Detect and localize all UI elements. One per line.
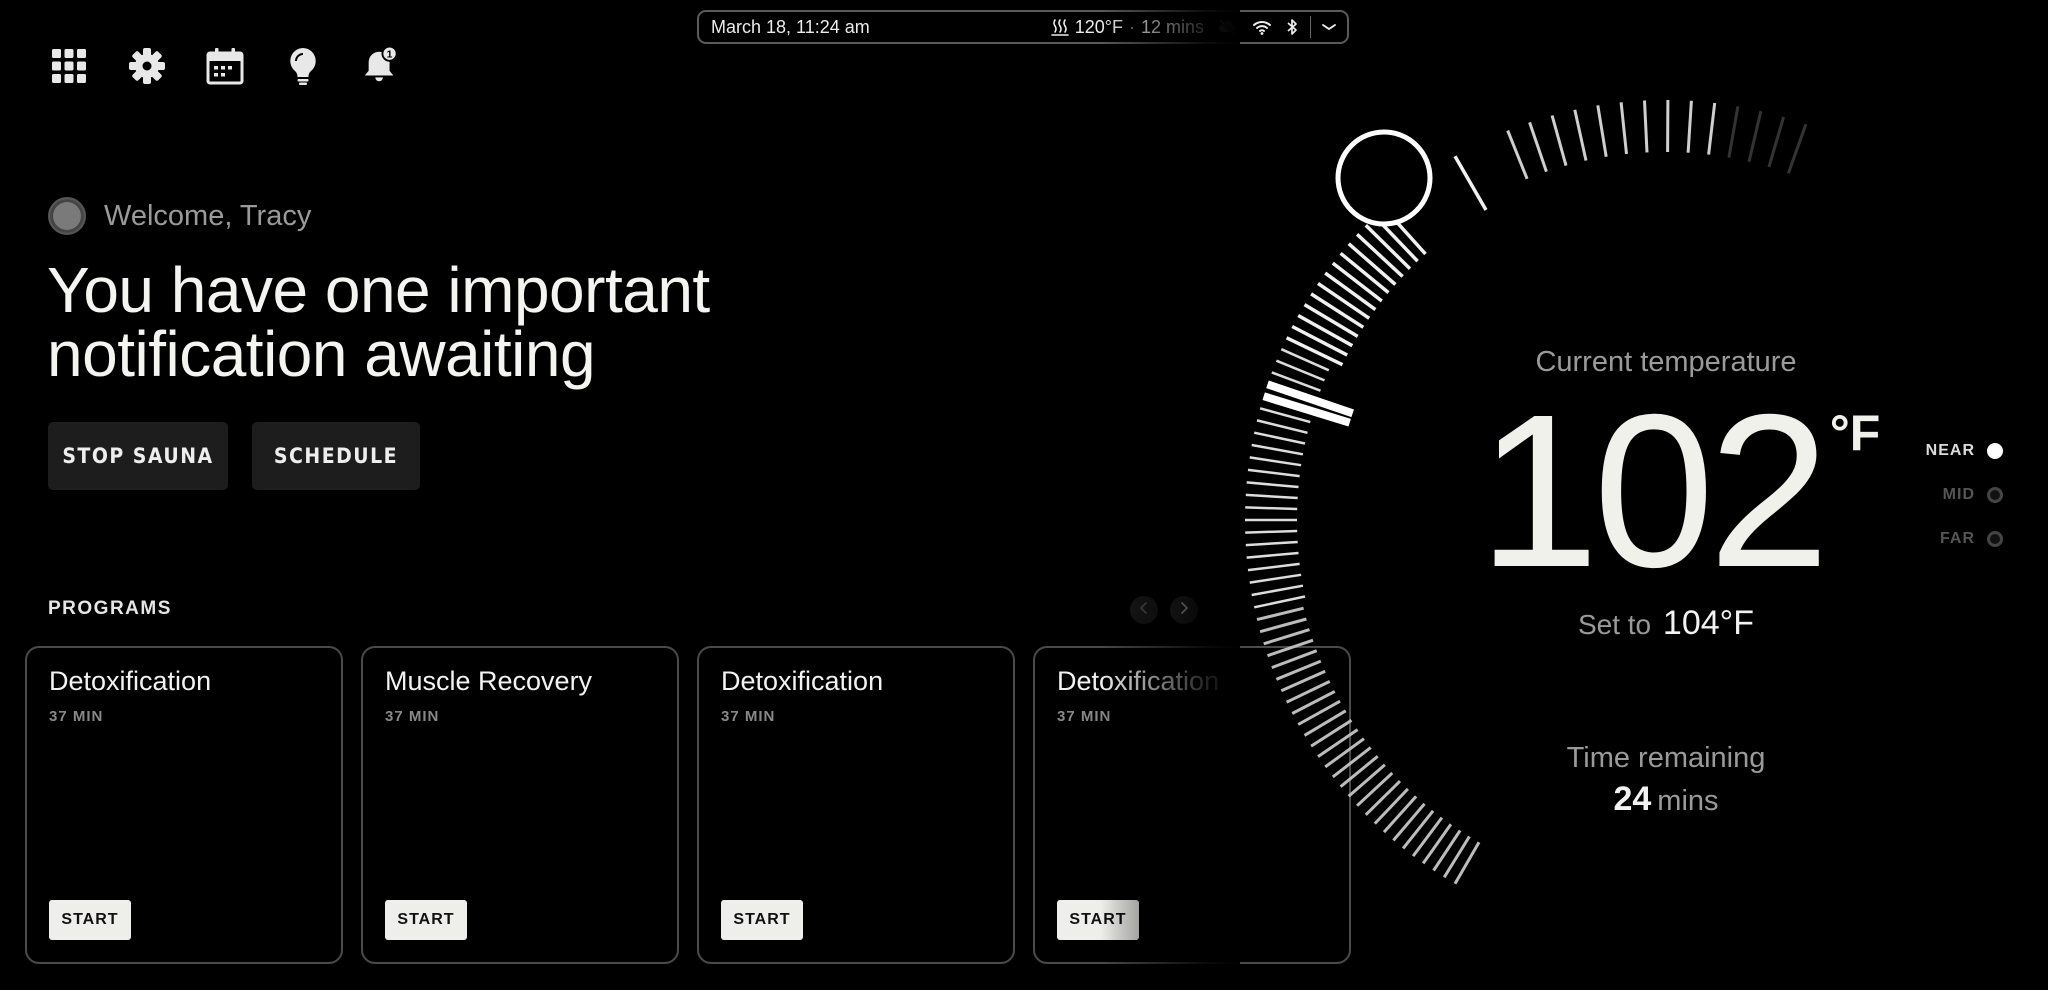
dial-tick xyxy=(1364,780,1402,816)
dial-tick xyxy=(1249,573,1302,584)
time-remaining-value: 24 xyxy=(1613,780,1652,818)
dial-tick xyxy=(1550,115,1568,167)
radio-unselected-icon xyxy=(1987,487,2003,503)
dial-tick xyxy=(1573,109,1588,161)
dial-tick xyxy=(1247,562,1300,572)
distance-option-mid[interactable]: MID xyxy=(1943,486,2003,504)
dial-tick xyxy=(1786,123,1808,174)
current-temperature-value: 102 xyxy=(1478,370,1830,613)
dial-tick xyxy=(1253,431,1306,445)
dial-tick xyxy=(1246,551,1299,559)
dial-tick xyxy=(1251,584,1304,597)
dial-handle[interactable] xyxy=(1335,129,1433,227)
dial-tick xyxy=(1285,336,1344,367)
dial-tick xyxy=(1596,105,1608,157)
dial-tick xyxy=(1411,816,1444,857)
dial-tick xyxy=(1339,755,1379,788)
dial-tick xyxy=(1280,348,1330,372)
dial-tick xyxy=(1253,595,1306,609)
dial-tick xyxy=(1453,841,1481,885)
dial-tick xyxy=(1251,443,1304,456)
time-remaining-unit: mins xyxy=(1657,785,1719,817)
dial-tick xyxy=(1421,823,1453,865)
dial-tick xyxy=(1310,719,1353,748)
distance-label: FAR xyxy=(1940,530,1975,547)
dial-tick xyxy=(1347,763,1386,798)
dial-tick xyxy=(1442,835,1471,879)
dial-tick xyxy=(1245,506,1298,511)
sauna-dashboard: March 18, 11:24 am 120°F · 12 mins 1 Wel… xyxy=(0,0,2048,990)
dial-tick xyxy=(1619,102,1628,155)
dial-tick xyxy=(1297,313,1354,348)
dial-tick xyxy=(1245,529,1298,534)
distance-label: MID xyxy=(1942,486,1975,503)
dial-tick xyxy=(1686,100,1693,153)
dial-tick xyxy=(1506,130,1529,180)
time-remaining: 24 mins xyxy=(1440,780,1892,819)
dial-tick xyxy=(1324,737,1365,769)
dial-tick xyxy=(1245,540,1298,547)
dial-tick xyxy=(1528,121,1548,173)
dial-tick xyxy=(1401,809,1435,850)
dial-tick xyxy=(1382,795,1418,834)
dial-tick xyxy=(1727,106,1740,158)
dial-tick xyxy=(1356,771,1394,807)
dial-tick xyxy=(1317,728,1359,758)
dial-tick xyxy=(1707,102,1717,155)
dial-tick xyxy=(1643,100,1649,153)
dial-tick xyxy=(1245,493,1298,500)
distance-option-near[interactable]: NEAR xyxy=(1926,442,2003,460)
distance-option-far[interactable]: FAR xyxy=(1940,530,2003,548)
dial-tick xyxy=(1246,481,1299,489)
dial-tick xyxy=(1291,324,1349,357)
dial-tick xyxy=(1373,787,1409,825)
dial-tick xyxy=(1256,606,1304,622)
dial-tick xyxy=(1256,419,1308,435)
dial-tick xyxy=(1453,155,1488,211)
dial-tick xyxy=(1303,709,1347,737)
dial-tick xyxy=(1263,628,1310,646)
distance-label: NEAR xyxy=(1925,442,1975,459)
set-temperature-label: Set to xyxy=(1577,609,1652,640)
time-remaining-label: Time remaining xyxy=(1566,742,1766,774)
dial-tick xyxy=(1392,802,1426,842)
dial-tick xyxy=(1331,746,1372,779)
set-temperature: Set to 104°F xyxy=(1440,604,1892,643)
dial-tick xyxy=(1767,116,1786,168)
radio-selected-icon xyxy=(1987,443,2003,459)
dial-tick xyxy=(1291,690,1336,715)
dial-tick xyxy=(1247,468,1300,478)
current-temperature: 102 °F xyxy=(1478,370,1881,613)
dial-tick xyxy=(1249,456,1302,467)
radio-unselected-icon xyxy=(1987,531,2003,547)
set-temperature-value: 104°F xyxy=(1662,604,1755,642)
dial-tick xyxy=(1747,110,1763,163)
dial-tick xyxy=(1432,829,1462,872)
temperature-unit: °F xyxy=(1829,405,1881,461)
dial-tick xyxy=(1297,699,1341,726)
dial-tick xyxy=(1259,617,1307,634)
